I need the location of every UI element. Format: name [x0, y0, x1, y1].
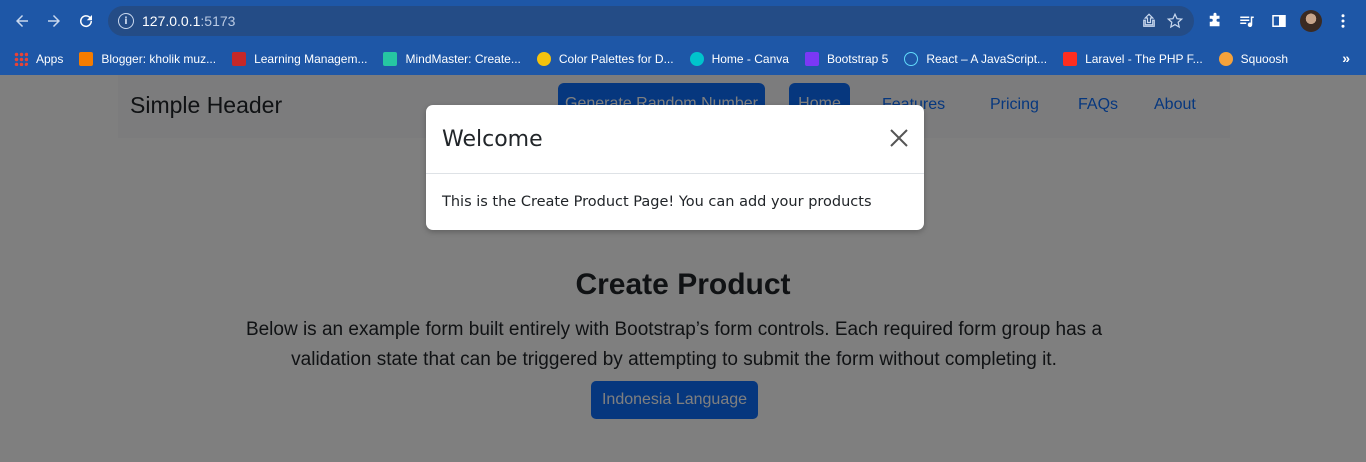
bookmark-label: Bootstrap 5 [826, 51, 889, 66]
bootstrap-icon [804, 51, 819, 66]
bookmark-label: Squoosh [1240, 51, 1289, 66]
bookmark-star-icon[interactable] [1162, 9, 1188, 33]
bookmark-label: Learning Managem... [254, 51, 368, 66]
laravel-icon [1063, 51, 1078, 66]
menu-kebab-icon[interactable] [1328, 6, 1358, 36]
apps-grid-icon [14, 51, 28, 66]
profile-avatar[interactable] [1296, 6, 1326, 36]
squoosh-icon [1218, 51, 1233, 66]
bookmark-label: Blogger: kholik muz... [101, 51, 217, 66]
bookmark-react[interactable]: React – A JavaScript... [904, 51, 1048, 66]
bookmark-label: MindMaster: Create... [405, 51, 521, 66]
mindmaster-icon [383, 51, 398, 66]
close-icon[interactable] [888, 127, 910, 149]
lms-icon [232, 51, 247, 66]
avatar [1300, 10, 1322, 32]
media-queue-icon[interactable] [1232, 6, 1262, 36]
bookmark-laravel[interactable]: Laravel - The PHP F... [1063, 51, 1203, 66]
url-host: 127.0.0.1 [142, 13, 201, 29]
back-icon[interactable] [7, 6, 37, 36]
modal-body: This is the Create Product Page! You can… [442, 194, 872, 210]
color-palettes-icon [536, 51, 551, 66]
browser-toolbar: i 127.0.0.1:5173 [0, 0, 1366, 42]
address-bar[interactable]: i 127.0.0.1:5173 [108, 6, 1194, 36]
more-bookmarks-icon[interactable]: » [1342, 50, 1350, 66]
site-info-icon[interactable]: i [118, 13, 134, 29]
side-panel-icon[interactable] [1264, 6, 1294, 36]
bookmark-label: Apps [36, 51, 64, 66]
extensions-icon[interactable] [1200, 6, 1230, 36]
bookmarks-bar: Apps Blogger: kholik muz... Learning Man… [0, 42, 1366, 75]
react-icon [904, 51, 919, 66]
bookmark-lms[interactable]: Learning Managem... [232, 51, 368, 66]
bookmark-label: Home - Canva [711, 51, 789, 66]
forward-icon[interactable] [39, 6, 69, 36]
bookmark-bootstrap[interactable]: Bootstrap 5 [804, 51, 889, 66]
bookmark-apps[interactable]: Apps [14, 51, 64, 66]
modal-title: Welcome [442, 127, 543, 152]
url-port: :5173 [200, 13, 236, 29]
bookmark-mindmaster[interactable]: MindMaster: Create... [383, 51, 521, 66]
share-icon[interactable] [1136, 9, 1162, 33]
bookmark-squoosh[interactable]: Squoosh [1218, 51, 1289, 66]
bookmark-canva[interactable]: Home - Canva [689, 51, 789, 66]
blogger-icon [79, 51, 94, 66]
modal-header: Welcome [426, 105, 924, 174]
bookmark-label: React – A JavaScript... [926, 51, 1048, 66]
reload-icon[interactable] [71, 6, 101, 36]
bookmark-label: Laravel - The PHP F... [1085, 51, 1203, 66]
bookmark-color-palettes[interactable]: Color Palettes for D... [536, 51, 674, 66]
bookmark-blogger[interactable]: Blogger: kholik muz... [79, 51, 217, 66]
bookmark-label: Color Palettes for D... [558, 51, 674, 66]
welcome-modal: Welcome This is the Create Product Page!… [426, 105, 924, 230]
canva-icon [689, 51, 704, 66]
toolbar-actions [1200, 6, 1358, 36]
